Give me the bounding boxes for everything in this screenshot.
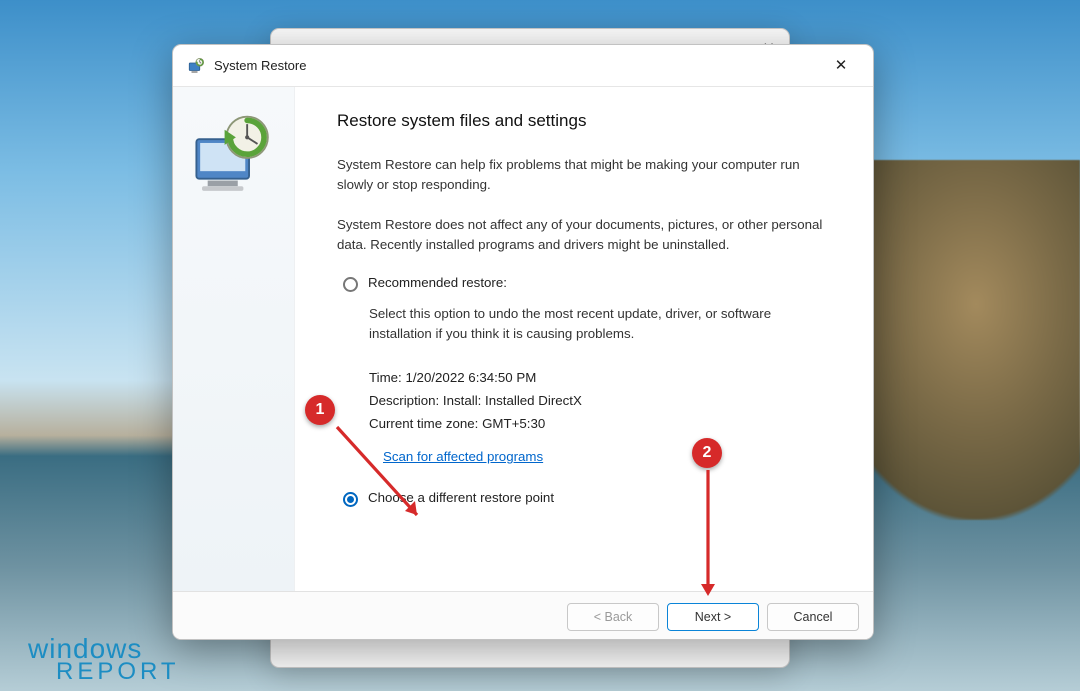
wizard-restore-icon [187, 111, 281, 205]
restore-options: Recommended restore: Select this option … [337, 275, 829, 508]
dialog-footer: < Back Next > Cancel [173, 591, 873, 640]
radio-choose-different[interactable] [343, 492, 358, 507]
radio-recommended[interactable] [343, 277, 358, 292]
intro-paragraph-2: System Restore does not affect any of yo… [337, 215, 829, 255]
dialog-body: Restore system files and settings System… [173, 87, 873, 591]
cancel-button[interactable]: Cancel [767, 603, 859, 631]
system-restore-icon [187, 57, 205, 75]
scan-affected-programs-link[interactable]: Scan for affected programs [383, 449, 543, 464]
next-button[interactable]: Next > [667, 603, 759, 631]
annotation-badge-2: 2 [692, 438, 722, 468]
detail-timezone: Current time zone: GMT+5:30 [369, 412, 829, 435]
close-button[interactable]: ✕ [823, 51, 859, 81]
detail-description: Description: Install: Installed DirectX [369, 389, 829, 412]
wizard-sidebar [173, 87, 295, 591]
dialog-title: System Restore [214, 58, 306, 73]
desktop-wallpaper: ✕ System Restore ✕ [0, 0, 1080, 691]
annotation-badge-1: 1 [305, 395, 335, 425]
wizard-content: Restore system files and settings System… [295, 87, 873, 591]
detail-time: Time: 1/20/2022 6:34:50 PM [369, 366, 829, 389]
system-restore-dialog: System Restore ✕ [172, 44, 874, 640]
option-recommended-description: Select this option to undo the most rece… [369, 304, 829, 344]
option-recommended-label: Recommended restore: [368, 275, 507, 290]
option-choose-different[interactable]: Choose a different restore point [343, 490, 829, 507]
back-button: < Back [567, 603, 659, 631]
page-heading: Restore system files and settings [337, 111, 829, 131]
close-icon: ✕ [835, 58, 848, 73]
watermark-line2: REPORT [56, 661, 180, 683]
option-recommended[interactable]: Recommended restore: [343, 275, 829, 292]
intro-paragraph-1: System Restore can help fix problems tha… [337, 155, 829, 195]
titlebar: System Restore ✕ [173, 45, 873, 87]
watermark: windows REPORT [28, 636, 180, 683]
option-choose-different-label: Choose a different restore point [368, 490, 554, 505]
recommended-details: Time: 1/20/2022 6:34:50 PM Description: … [369, 366, 829, 436]
